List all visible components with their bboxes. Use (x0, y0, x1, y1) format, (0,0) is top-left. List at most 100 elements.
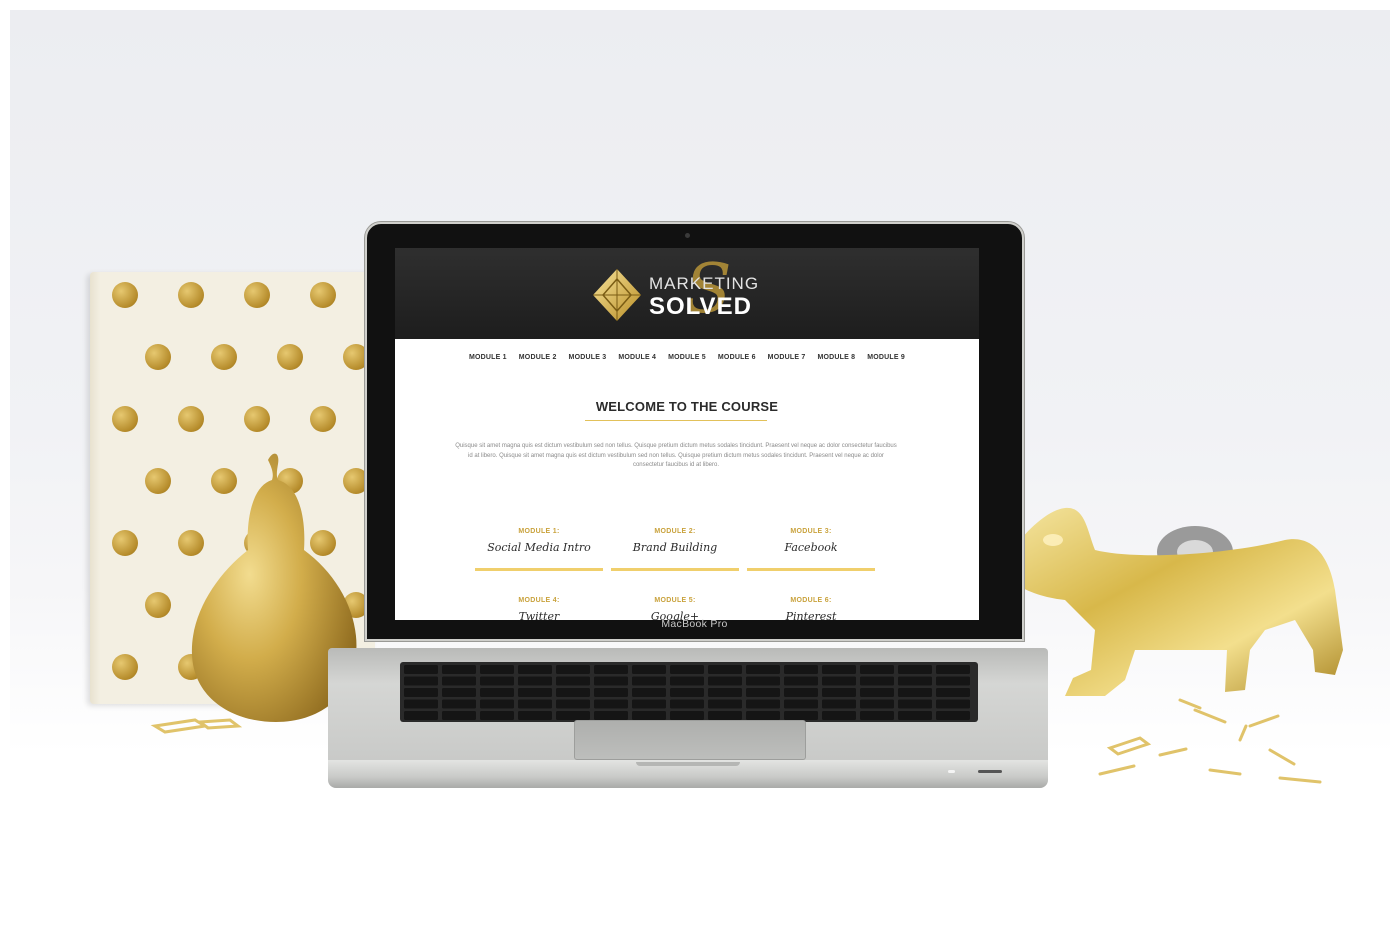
keyboard-key (708, 699, 742, 709)
keyboard-key (480, 676, 514, 686)
keyboard-key (898, 688, 932, 697)
keyboard-key (746, 699, 780, 709)
laptop-front-edge (328, 760, 1048, 788)
module-card-5[interactable]: MODULE 5: Google+ (611, 597, 739, 620)
nav-module-1[interactable]: MODULE 1 (469, 354, 507, 368)
webcam (685, 233, 690, 238)
keyboard-key (670, 676, 704, 686)
nav-module-4[interactable]: MODULE 4 (618, 354, 656, 368)
keyboard-key (404, 711, 438, 720)
site-header: S MARKETING SOLVED (395, 248, 979, 339)
gold-dog-tape-dispenser (1001, 507, 1343, 696)
module-label: MODULE 5: (654, 597, 696, 604)
keyboard-key (784, 665, 818, 674)
nav-module-2[interactable]: MODULE 2 (519, 354, 557, 368)
keyboard-key (822, 676, 856, 686)
nav-module-3[interactable]: MODULE 3 (569, 354, 607, 368)
laptop-screen-bezel: S MARKETING SOLVED MODULE 1 MODULE 2 MOD… (365, 222, 1024, 641)
module-bar (611, 568, 739, 571)
keyboard-key (442, 699, 476, 709)
keyboard-key (670, 688, 704, 697)
module-bar (747, 568, 875, 571)
module-label: MODULE 1: (518, 528, 560, 535)
keyboard-key (670, 665, 704, 674)
keyboard-key (632, 699, 666, 709)
keyboard-key (746, 711, 780, 720)
keyboard-key (822, 688, 856, 697)
keyboard-key (746, 676, 780, 686)
module-card-2[interactable]: MODULE 2: Brand Building (611, 528, 739, 571)
keyboard-key (936, 699, 970, 709)
keyboard-key (860, 688, 894, 697)
sleep-led (948, 770, 955, 773)
gold-dot (178, 406, 204, 432)
keyboard-key (708, 688, 742, 697)
nav-module-5[interactable]: MODULE 5 (668, 354, 706, 368)
title-underline (585, 420, 767, 421)
nav-module-9[interactable]: MODULE 9 (867, 354, 905, 368)
keyboard-key (898, 699, 932, 709)
module-nav: MODULE 1 MODULE 2 MODULE 3 MODULE 4 MODU… (395, 354, 979, 368)
ir-port (978, 770, 1002, 773)
logo-word-solved: SOLVED (649, 293, 752, 320)
page-title: WELCOME TO THE COURSE (595, 399, 779, 414)
gold-dot (310, 406, 336, 432)
keyboard-key (594, 665, 628, 674)
module-label: MODULE 6: (790, 597, 832, 604)
keyboard-key (708, 665, 742, 674)
module-bar (475, 568, 603, 571)
module-card-4[interactable]: MODULE 4: Twitter (475, 597, 603, 620)
gold-dot (310, 282, 336, 308)
lid-notch (636, 762, 740, 766)
keyboard-key (404, 699, 438, 709)
keyboard-key (594, 699, 628, 709)
keyboard-key (860, 676, 894, 686)
keyboard-key (556, 688, 590, 697)
trackpad (574, 720, 806, 760)
module-card-3[interactable]: MODULE 3: Facebook (747, 528, 875, 571)
gold-dot (244, 406, 270, 432)
module-title: Brand Building (632, 541, 718, 554)
module-label: MODULE 3: (790, 528, 832, 535)
keyboard-key (442, 688, 476, 697)
nav-module-8[interactable]: MODULE 8 (817, 354, 855, 368)
keyboard-key (518, 688, 552, 697)
keyboard-key (594, 711, 628, 720)
keyboard-key (632, 676, 666, 686)
keyboard-key (670, 699, 704, 709)
keyboard-key (746, 665, 780, 674)
keyboard-key (708, 711, 742, 720)
gold-dot (244, 282, 270, 308)
keyboard-key (480, 711, 514, 720)
keyboard-key (784, 676, 818, 686)
gold-dot (211, 344, 237, 370)
keyboard-key (936, 665, 970, 674)
keyboard-key (784, 688, 818, 697)
keyboard-key (404, 676, 438, 686)
module-label: MODULE 2: (654, 528, 696, 535)
keyboard-key (594, 688, 628, 697)
gold-dot (112, 654, 138, 680)
website-viewport: S MARKETING SOLVED MODULE 1 MODULE 2 MOD… (395, 248, 979, 620)
keyboard-key (860, 711, 894, 720)
gold-dot (145, 344, 171, 370)
keyboard-key (822, 665, 856, 674)
keyboard-key (518, 711, 552, 720)
keyboard-key (822, 711, 856, 720)
keyboard-key (860, 699, 894, 709)
gold-dot (178, 282, 204, 308)
module-card-6[interactable]: MODULE 6: Pinterest (747, 597, 875, 620)
nav-module-6[interactable]: MODULE 6 (718, 354, 756, 368)
nav-module-7[interactable]: MODULE 7 (768, 354, 806, 368)
gold-dot (145, 468, 171, 494)
keyboard-key (442, 711, 476, 720)
keyboard-key (556, 699, 590, 709)
keyboard-key (404, 688, 438, 697)
gold-dot (112, 282, 138, 308)
module-title: Social Media Intro (487, 541, 591, 554)
keyboard-key (518, 665, 552, 674)
keyboard-key (936, 676, 970, 686)
module-card-1[interactable]: MODULE 1: Social Media Intro (475, 528, 603, 571)
keyboard-key (442, 665, 476, 674)
keyboard-key (670, 711, 704, 720)
